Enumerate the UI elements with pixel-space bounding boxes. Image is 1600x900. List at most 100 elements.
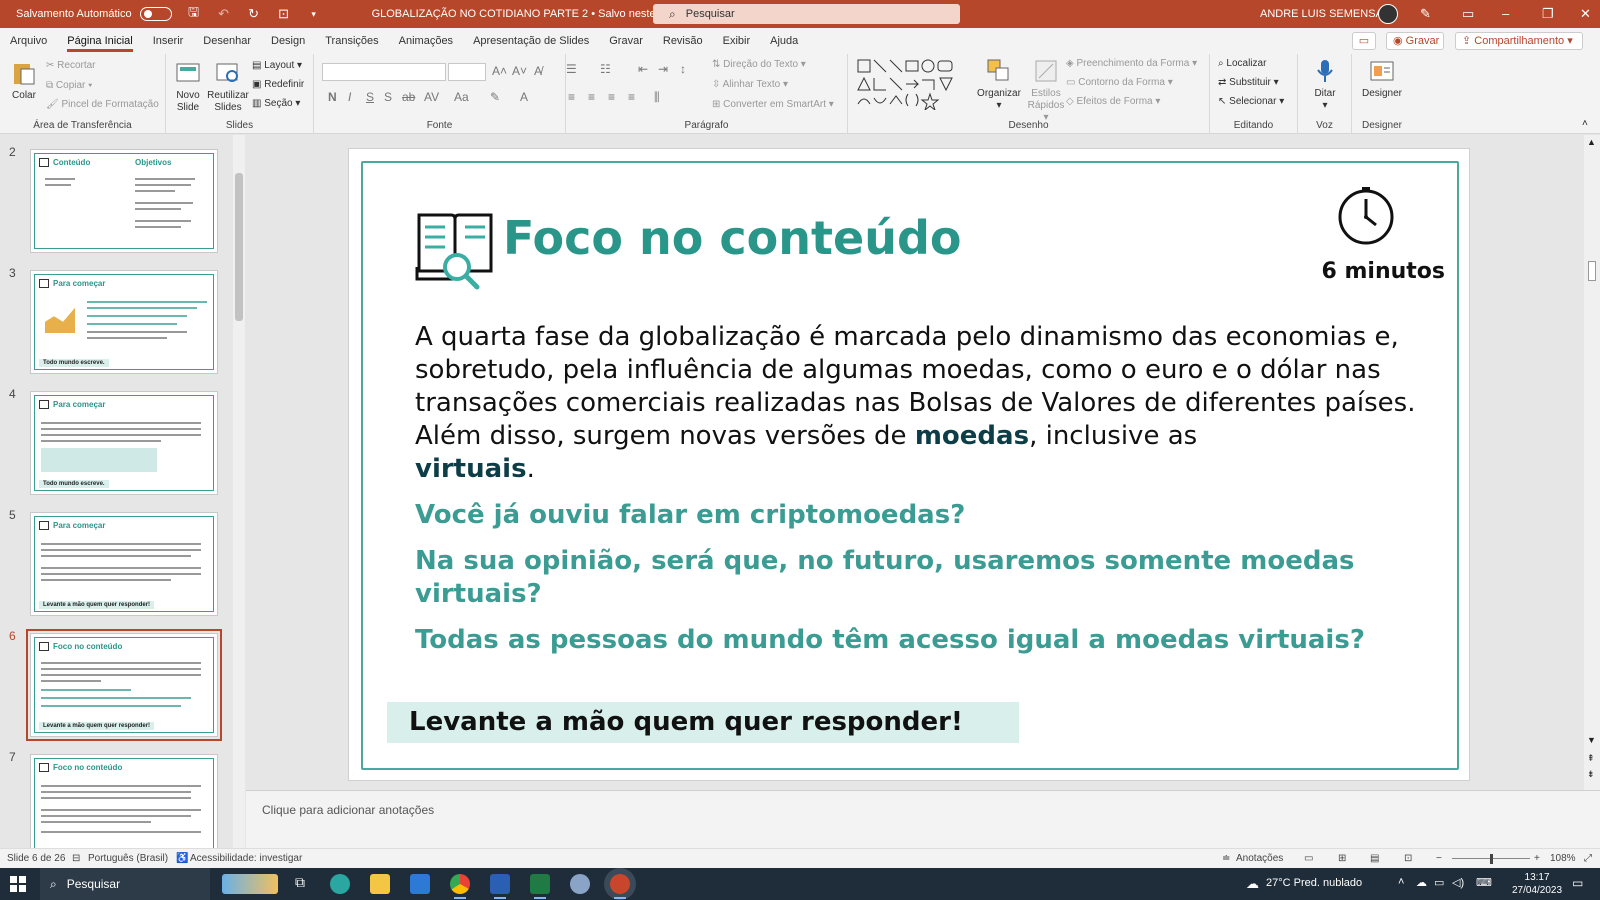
close-icon[interactable]: ✕ — [1580, 6, 1591, 22]
select-button[interactable]: ↖ Selecionar ▾ — [1218, 96, 1284, 107]
underline-icon[interactable]: S — [366, 90, 374, 104]
arrange-button[interactable]: Organizar ▾ — [976, 58, 1022, 112]
autosave-toggle[interactable]: Salvamento Automático — [16, 7, 172, 21]
slideshow-icon[interactable]: ⊡ — [1404, 853, 1412, 864]
reset-button[interactable]: ▣ Redefinir — [252, 79, 304, 90]
chrome-icon[interactable] — [450, 874, 470, 899]
thumbnails-scrollbar[interactable] — [233, 135, 245, 848]
notes-icon[interactable]: ≐ — [1222, 853, 1230, 864]
notes-pane[interactable]: Clique para adicionar anotações — [246, 790, 1600, 848]
tab-inserir[interactable]: Inserir — [143, 28, 194, 54]
section-button[interactable]: ▥ Seção ▾ — [252, 98, 300, 109]
cut-button[interactable]: ✂ Recortar — [46, 60, 96, 71]
paste-button[interactable]: Colar — [8, 60, 40, 102]
shadow-icon[interactable]: S — [384, 90, 392, 104]
align-text-button[interactable]: ⇳ Alinhar Texto ▾ — [712, 79, 788, 90]
thumbnail-slide-7[interactable]: Foco no conteúdo — [30, 754, 218, 848]
font-name-dropdown[interactable] — [322, 63, 446, 81]
spellcheck-icon[interactable]: ⊟ — [72, 853, 80, 864]
tab-gravar[interactable]: Gravar — [599, 28, 653, 54]
thumbnail-slide-2[interactable]: Conteúdo Objetivos — [30, 149, 218, 253]
new-slide-button[interactable]: Novo Slide — [172, 60, 204, 114]
tab-pagina-inicial[interactable]: Página Inicial — [57, 28, 142, 54]
network-icon[interactable]: ▭ — [1434, 876, 1444, 889]
customize-quick-access-icon[interactable]: ▾ — [306, 9, 322, 20]
collapse-ribbon-icon[interactable]: ˄ — [1582, 118, 1588, 129]
text-direction-button[interactable]: ⇅ Direção do Texto ▾ — [712, 59, 806, 70]
tab-exibir[interactable]: Exibir — [713, 28, 761, 54]
spacing-icon[interactable]: AV — [424, 90, 439, 104]
question-2[interactable]: Na sua opinião, será que, no futuro, usa… — [415, 545, 1425, 611]
word-icon[interactable] — [490, 874, 510, 899]
find-button[interactable]: ⌕ Localizar — [1218, 58, 1266, 69]
present-icon[interactable]: ⊡ — [276, 6, 292, 22]
thumbnail-slide-3[interactable]: Para começar Todo mundo escreve. — [30, 270, 218, 374]
language-status[interactable]: Português (Brasil) — [88, 853, 168, 864]
notes-toggle[interactable]: Anotações — [1236, 853, 1283, 864]
edge-icon[interactable] — [330, 874, 350, 894]
thumbnails-scroll-thumb[interactable] — [235, 173, 243, 321]
taskbar-search[interactable]: ⌕ Pesquisar — [40, 868, 210, 900]
thumbnail-slide-4[interactable]: Para começar Todo mundo escreve. — [30, 391, 218, 495]
slide-title[interactable]: Foco no conteúdo — [503, 211, 962, 265]
columns-icon[interactable]: ⫼ — [654, 90, 660, 105]
weather-status[interactable]: 27°C Pred. nublado — [1266, 877, 1362, 889]
tray-expand-icon[interactable]: ˄ — [1398, 876, 1404, 888]
excel-icon[interactable] — [530, 874, 550, 899]
user-name[interactable]: ANDRE LUIS SEMENSATO — [1260, 8, 1397, 20]
autosave-switch[interactable] — [139, 7, 172, 21]
tab-desenhar[interactable]: Desenhar — [193, 28, 261, 54]
slide-body-text[interactable]: A quarta fase da globalização é marcada … — [415, 321, 1425, 486]
layout-button[interactable]: ▤ Layout ▾ — [252, 60, 302, 71]
scroll-up-icon[interactable]: ▲ — [1587, 137, 1596, 147]
reading-view-icon[interactable]: ▤ — [1370, 853, 1379, 864]
decrease-font-icon[interactable]: A˅ — [512, 64, 527, 78]
align-center-icon[interactable]: ≡ — [588, 90, 595, 104]
tab-ajuda[interactable]: Ajuda — [760, 28, 808, 54]
ribbon-display-icon[interactable]: ▭ — [1462, 6, 1474, 22]
highlight-icon[interactable]: ✎ — [490, 90, 500, 104]
windows-start-icon[interactable] — [10, 876, 26, 892]
notifications-icon[interactable]: ▭ — [1572, 876, 1583, 890]
pen-icon[interactable]: ✎ — [1420, 6, 1431, 22]
settings-app-icon[interactable] — [570, 874, 590, 894]
minimize-icon[interactable]: – — [1502, 6, 1509, 21]
accessibility-icon[interactable]: ♿ — [176, 853, 188, 864]
format-painter-button[interactable]: 🖌 Pincel de Formatação — [46, 99, 159, 110]
previous-slide-icon[interactable]: ⇞ — [1587, 753, 1595, 764]
thumbnail-slide-5[interactable]: Para começar Levante a mão quem quer res… — [30, 512, 218, 616]
store-icon[interactable] — [410, 874, 430, 894]
tab-design[interactable]: Design — [261, 28, 315, 54]
tab-apresentacao[interactable]: Apresentação de Slides — [463, 28, 599, 54]
font-color-icon[interactable]: A — [520, 90, 528, 104]
shapes-gallery-icon[interactable] — [856, 58, 966, 110]
shape-effects-button[interactable]: ◇ Efeitos de Forma ▾ — [1066, 96, 1160, 107]
slide-canvas[interactable]: Foco no conteúdo 6 minutos A quarta fase… — [348, 148, 1470, 781]
question-3[interactable]: Todas as pessoas do mundo têm acesso igu… — [415, 624, 1425, 657]
scroll-down-icon[interactable]: ▼ — [1587, 735, 1596, 745]
align-left-icon[interactable]: ≡ — [568, 90, 575, 104]
zoom-level[interactable]: 108% — [1550, 853, 1576, 864]
tab-transicoes[interactable]: Transições — [315, 28, 388, 54]
record-button[interactable]: ◉ Gravar — [1386, 32, 1444, 50]
search-highlight-icon[interactable] — [222, 874, 278, 894]
strikethrough-icon[interactable]: ab — [402, 90, 415, 104]
fit-slide-icon[interactable]: ⤢ — [1584, 853, 1592, 864]
zoom-slider-thumb[interactable] — [1490, 854, 1493, 864]
align-right-icon[interactable]: ≡ — [608, 90, 615, 104]
share-button[interactable]: ⇪ Compartilhamento ▾ — [1455, 32, 1583, 50]
designer-button[interactable]: Designer — [1358, 58, 1406, 100]
slide-scrollbar[interactable]: ▲ ▼ ⇞ ⇟ — [1584, 135, 1600, 790]
quick-styles-button[interactable]: Estilos Rápidos ▾ — [1024, 58, 1068, 124]
callout-box[interactable]: Levante a mão quem quer responder! — [387, 702, 1019, 743]
dictate-button[interactable]: Ditar ▾ — [1308, 58, 1342, 112]
restore-icon[interactable]: ❐ — [1542, 6, 1554, 22]
reuse-slides-button[interactable]: Reutilizar Slides — [206, 60, 250, 114]
duration-label[interactable]: 6 minutos — [1259, 259, 1445, 284]
replace-button[interactable]: ⇄ Substituir ▾ — [1218, 77, 1279, 88]
next-slide-icon[interactable]: ⇟ — [1587, 769, 1595, 780]
italic-icon[interactable]: I — [348, 90, 351, 104]
clock-display[interactable]: 13:17 27/04/2023 — [1512, 871, 1562, 897]
accessibility-status[interactable]: Acessibilidade: investigar — [190, 853, 302, 864]
bold-icon[interactable]: N — [328, 90, 337, 104]
